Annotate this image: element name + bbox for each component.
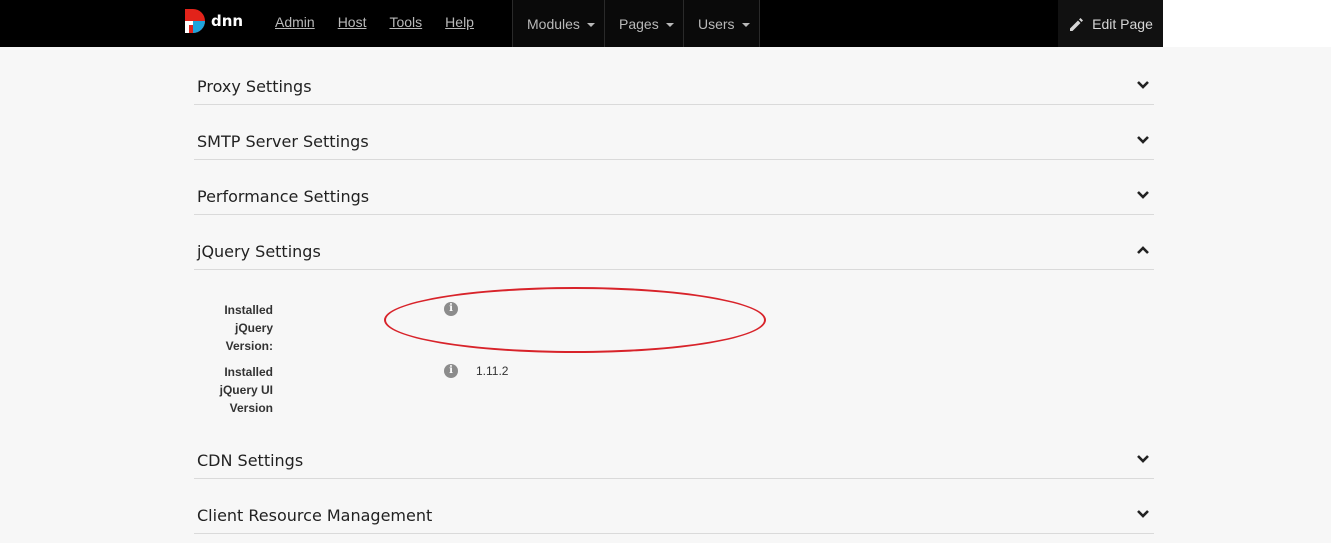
logo-text: dnn xyxy=(211,12,244,30)
installed-jquery-ui-version-label: Installed jQuery UI Version xyxy=(183,363,273,417)
chevron-down-icon xyxy=(1137,81,1149,89)
caret-down-icon xyxy=(586,22,595,27)
section-title: CDN Settings xyxy=(197,451,304,470)
section-proxy-settings[interactable]: Proxy Settings xyxy=(194,55,1154,105)
modules-menu[interactable]: Modules xyxy=(512,0,604,47)
section-title: Client Resource Management xyxy=(197,506,433,525)
main-links: Admin Host Tools Help xyxy=(275,14,497,30)
label-line: jQuery xyxy=(234,321,273,335)
section-smtp-server-settings[interactable]: SMTP Server Settings xyxy=(194,110,1154,160)
label-line: jQuery UI xyxy=(219,383,273,397)
label-line: Installed xyxy=(224,303,273,317)
users-menu-label: Users xyxy=(698,15,735,32)
section-title: Performance Settings xyxy=(197,187,370,206)
section-cdn-settings[interactable]: CDN Settings xyxy=(194,429,1154,479)
label-line: Installed xyxy=(224,365,273,379)
nav-link-admin[interactable]: Admin xyxy=(275,14,315,30)
section-title: SMTP Server Settings xyxy=(197,132,369,151)
caret-down-icon xyxy=(665,22,674,27)
users-menu[interactable]: Users xyxy=(683,0,760,47)
pencil-icon xyxy=(1070,17,1084,31)
topbar-right-blank xyxy=(1163,0,1331,47)
top-navigation-bar: dnn Admin Host Tools Help Modules Pages … xyxy=(0,0,1331,47)
pages-menu[interactable]: Pages xyxy=(604,0,683,47)
dropdown-menus: Modules Pages Users xyxy=(512,0,760,47)
section-performance-settings[interactable]: Performance Settings xyxy=(194,165,1154,215)
installed-jquery-ui-version-value: 1.11.2 xyxy=(476,364,509,378)
label-line: Version: xyxy=(225,339,273,353)
dnn-logo-icon xyxy=(185,9,205,33)
label-line: Version xyxy=(229,401,273,415)
chevron-down-icon xyxy=(1137,191,1149,199)
section-title: jQuery Settings xyxy=(197,242,321,261)
chevron-down-icon xyxy=(1137,510,1149,518)
nav-link-tools[interactable]: Tools xyxy=(389,14,422,30)
red-annotation-ellipse xyxy=(384,287,766,353)
chevron-down-icon xyxy=(1137,455,1149,463)
section-jquery-settings[interactable]: jQuery Settings xyxy=(194,220,1154,270)
dnn-logo[interactable]: dnn xyxy=(183,6,253,38)
installed-jquery-version-label: Installed jQuery Version: xyxy=(183,301,273,355)
caret-down-icon xyxy=(741,22,750,27)
modules-menu-label: Modules xyxy=(527,15,580,32)
nav-link-host[interactable]: Host xyxy=(338,14,367,30)
chevron-down-icon xyxy=(1137,136,1149,144)
edit-page-label: Edit Page xyxy=(1092,15,1153,32)
pages-menu-label: Pages xyxy=(619,15,659,32)
info-icon[interactable]: i xyxy=(444,364,458,378)
section-client-resource-management[interactable]: Client Resource Management xyxy=(194,484,1154,534)
nav-link-help[interactable]: Help xyxy=(445,14,474,30)
chevron-up-icon xyxy=(1137,246,1149,254)
edit-page-button[interactable]: Edit Page xyxy=(1058,0,1163,47)
section-title: Proxy Settings xyxy=(197,77,312,96)
